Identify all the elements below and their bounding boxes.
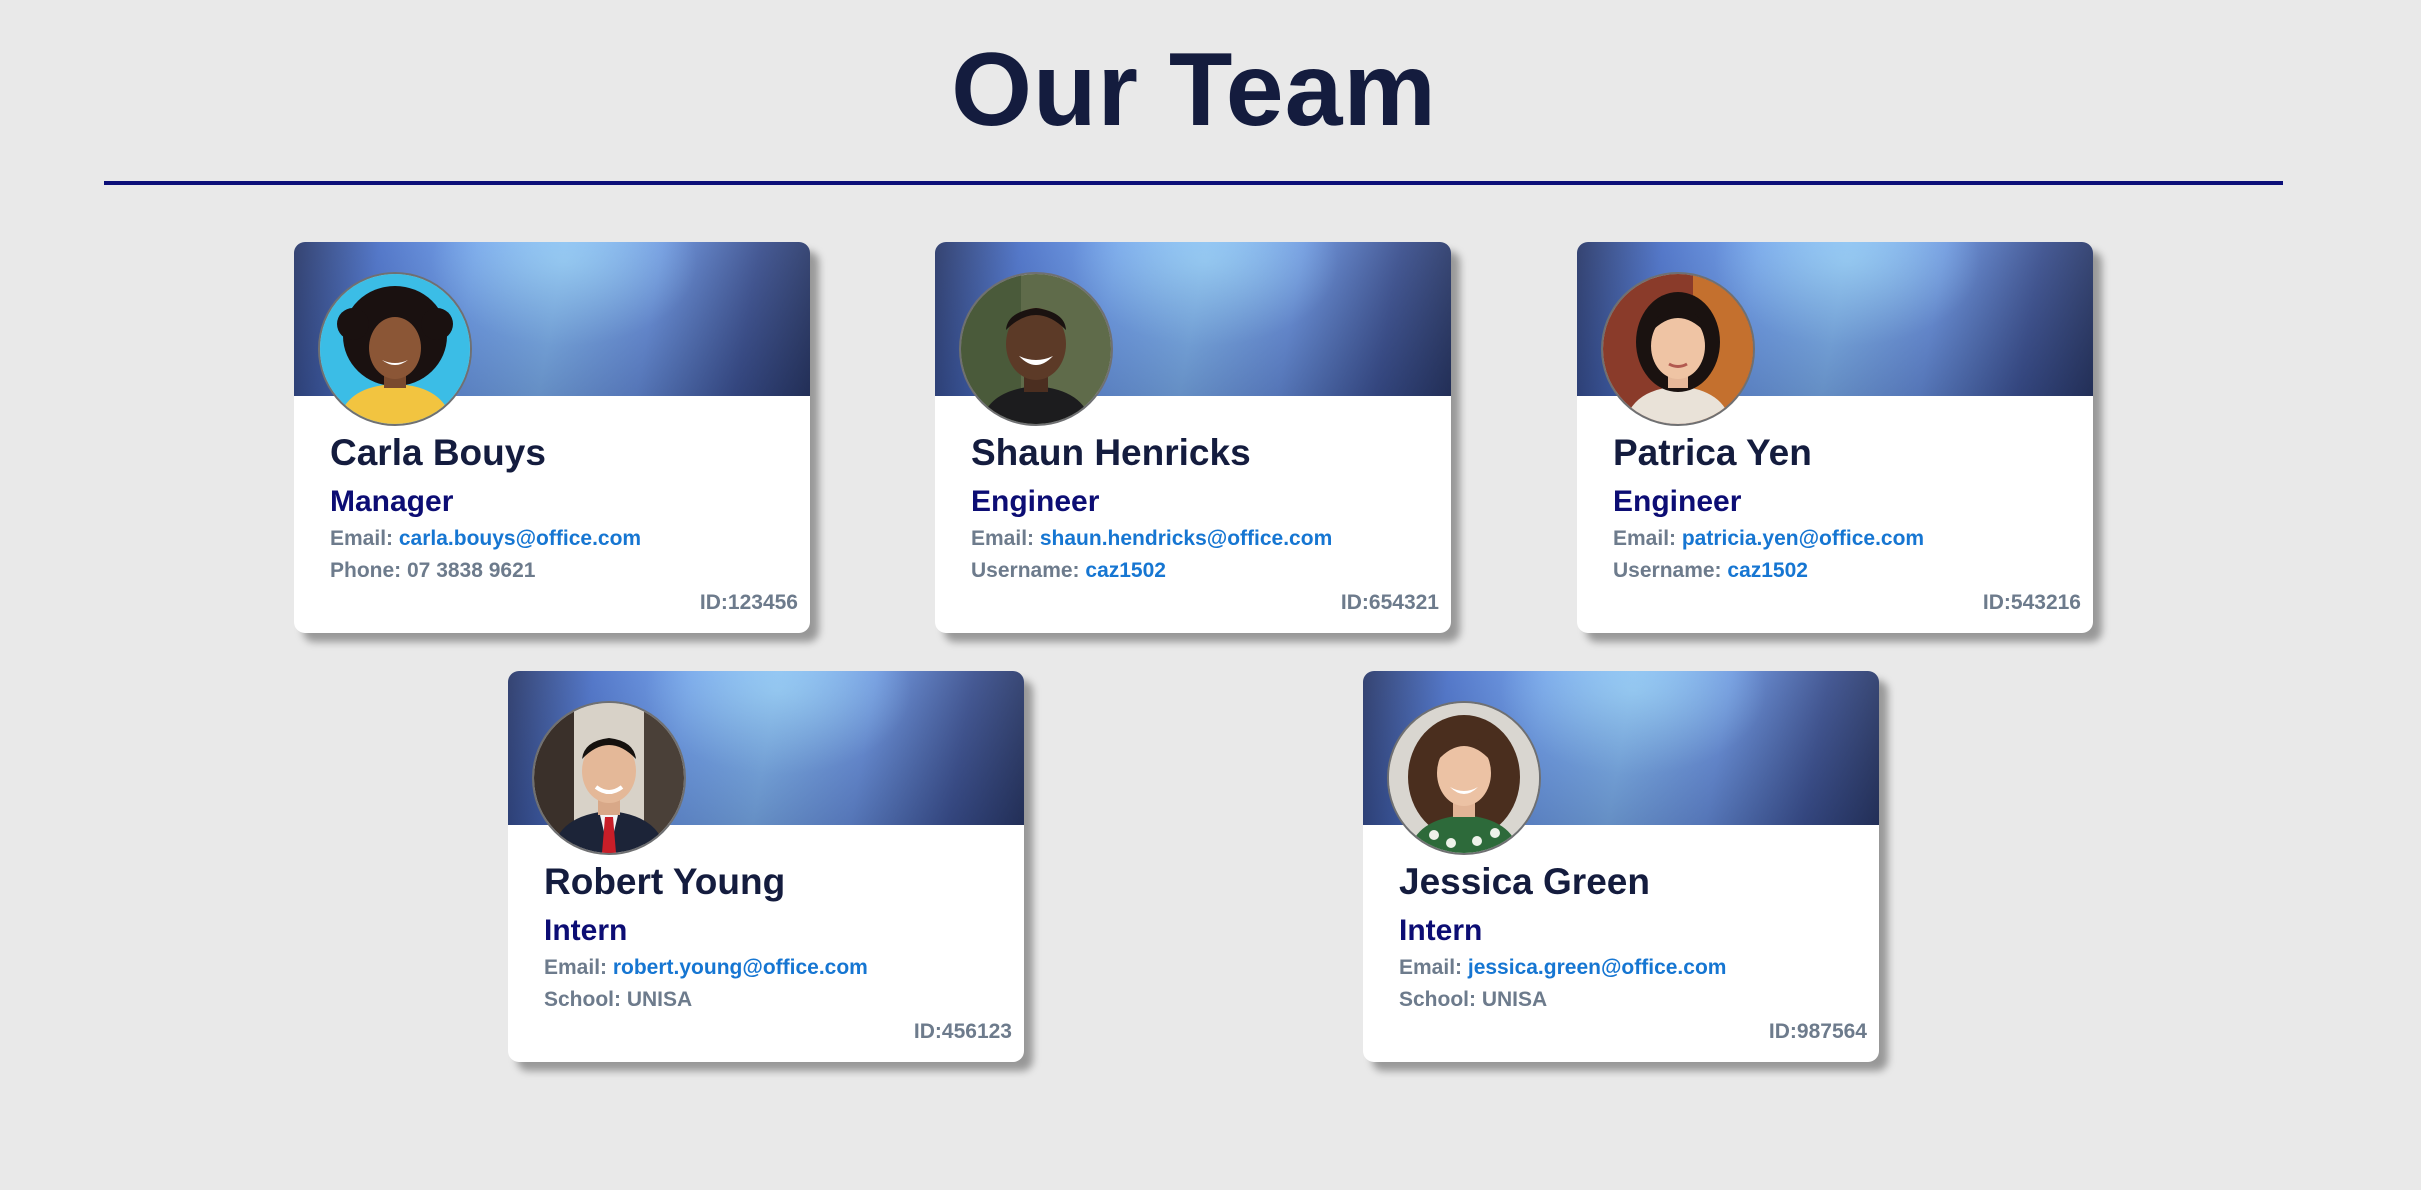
username-value[interactable]: caz1502 (1085, 559, 1166, 582)
email-link[interactable]: robert.young@office.com (613, 956, 868, 979)
school-value: UNISA (1481, 988, 1548, 1011)
member-role: Manager (330, 485, 454, 518)
school-label: School: (1399, 988, 1482, 1011)
team-card-shaun-henricks: Shaun Henricks Engineer Email: shaun.hen… (935, 242, 1451, 633)
member-name: Patrica Yen (1613, 432, 1812, 473)
avatar (959, 272, 1113, 426)
member-username: Username: caz1502 (1613, 559, 1808, 583)
avatar (1387, 701, 1541, 855)
email-label: Email: (1399, 956, 1468, 979)
avatar (532, 701, 686, 855)
phone-label: Phone: (330, 559, 407, 582)
member-phone: Phone: 07 3838 9621 (330, 559, 535, 583)
member-username: Username: caz1502 (971, 559, 1166, 583)
phone-value: 07 3838 9621 (407, 559, 536, 582)
member-email: Email: jessica.green@office.com (1399, 956, 1726, 980)
username-label: Username: (971, 559, 1086, 582)
member-role: Intern (1399, 914, 1483, 947)
email-label: Email: (971, 527, 1040, 550)
member-id: ID:456123 (913, 1020, 1012, 1043)
member-id: ID:123456 (699, 591, 798, 614)
member-school: School: UNISA (544, 988, 692, 1012)
email-label: Email: (1613, 527, 1682, 550)
username-label: Username: (1613, 559, 1728, 582)
avatar (1601, 272, 1755, 426)
member-email: Email: shaun.hendricks@office.com (971, 527, 1332, 551)
member-email: Email: patricia.yen@office.com (1613, 527, 1924, 551)
member-school: School: UNISA (1399, 988, 1547, 1012)
member-email: Email: carla.bouys@office.com (330, 527, 641, 551)
member-id: ID:654321 (1340, 591, 1439, 614)
team-card-patrica-yen: Patrica Yen Engineer Email: patricia.yen… (1577, 242, 2093, 633)
email-link[interactable]: carla.bouys@office.com (399, 527, 641, 550)
email-link[interactable]: jessica.green@office.com (1468, 956, 1727, 979)
email-label: Email: (544, 956, 613, 979)
team-card-jessica-green: Jessica Green Intern Email: jessica.gree… (1363, 671, 1879, 1062)
member-name: Carla Bouys (330, 432, 546, 473)
member-id: ID:543216 (1982, 591, 2081, 614)
member-name: Shaun Henricks (971, 432, 1251, 473)
member-name: Jessica Green (1399, 861, 1650, 902)
member-role: Engineer (971, 485, 1100, 518)
member-email: Email: robert.young@office.com (544, 956, 868, 980)
title-divider (104, 181, 2283, 185)
member-role: Engineer (1613, 485, 1742, 518)
member-name: Robert Young (544, 861, 786, 902)
email-link[interactable]: patricia.yen@office.com (1682, 527, 1924, 550)
email-link[interactable]: shaun.hendricks@office.com (1040, 527, 1332, 550)
page-title: Our Team (951, 32, 1437, 148)
member-id: ID:987564 (1768, 1020, 1867, 1043)
school-label: School: (544, 988, 627, 1011)
avatar (318, 272, 472, 426)
username-value[interactable]: caz1502 (1727, 559, 1808, 582)
team-card-carla-bouys: Carla Bouys Manager Email: carla.bouys@o… (294, 242, 810, 633)
member-role: Intern (544, 914, 628, 947)
team-card-robert-young: Robert Young Intern Email: robert.young@… (508, 671, 1024, 1062)
school-value: UNISA (626, 988, 693, 1011)
email-label: Email: (330, 527, 399, 550)
